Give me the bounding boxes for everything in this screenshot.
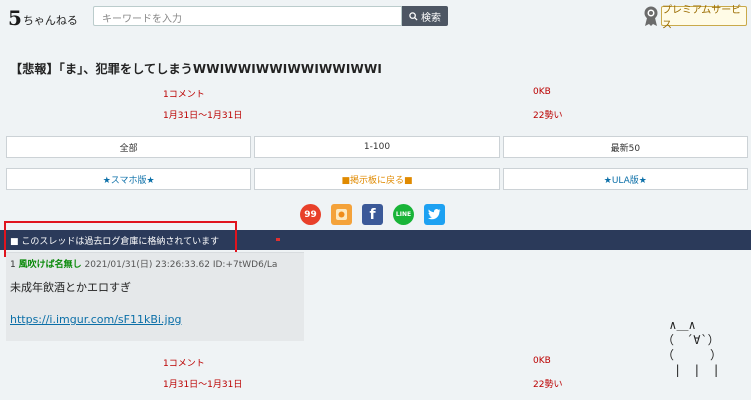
site-logo[interactable]: 5 ちゃんねる <box>8 6 78 28</box>
logo-text: ちゃんねる <box>22 14 78 27</box>
post-image-link[interactable]: https://i.imgur.com/sF11kBi.jpg <box>10 313 181 326</box>
post-number[interactable]: 1 <box>10 260 16 270</box>
posts-1-100-button[interactable]: 1-100 <box>254 136 500 158</box>
thread-size: 0KB <box>533 87 551 97</box>
5ch-icon[interactable]: 99 <box>300 204 321 225</box>
search-input[interactable]: キーワードを入力 <box>93 6 402 26</box>
date-range: 1月31日～1月31日 <box>163 111 243 121</box>
thread-size-bottom: 0KB <box>533 356 551 366</box>
ascii-art-cat: ∧＿∧ （ ´∀`） （ ） | | | <box>662 318 723 377</box>
search-button-label: 検索 <box>421 12 441 24</box>
nav-row-1: 全部 1-100 最新50 <box>6 136 748 158</box>
momentum: 22勢い <box>533 111 563 121</box>
header: 5 ちゃんねる キーワードを入力 検索 プレミアムサービス <box>0 0 751 32</box>
premium-service-button[interactable]: プレミアムサービス <box>661 5 747 31</box>
latest-50-button[interactable]: 最新50 <box>502 136 748 158</box>
post-date: 2021/01/31(日) 23:26:33.62 ID:+7tWD6/La <box>84 260 278 270</box>
date-range-bottom: 1月31日～1月31日 <box>163 380 243 390</box>
search-icon <box>409 11 418 21</box>
share-bar: 99 f LINE <box>300 204 445 226</box>
back-to-board-button[interactable]: ■掲示板に戻る■ <box>254 168 500 190</box>
post: 1 風吹けば名無し 2021/01/31(日) 23:26:33.62 ID:+… <box>6 252 304 341</box>
line-icon[interactable]: LINE <box>393 204 414 225</box>
twitter-icon[interactable] <box>424 204 445 225</box>
logo-number: 5 <box>8 6 22 30</box>
all-posts-button[interactable]: 全部 <box>6 136 252 158</box>
nav-row-2: ★スマホ版★ ■掲示板に戻る■ ★ULA版★ <box>6 168 748 190</box>
search-button[interactable]: 検索 <box>402 6 448 26</box>
post-header: 1 風吹けば名無し 2021/01/31(日) 23:26:33.62 ID:+… <box>10 257 277 270</box>
ula-version-button[interactable]: ★ULA版★ <box>502 168 748 190</box>
comment-count-bottom: 1コメント <box>163 359 205 369</box>
premium-badge-icon <box>644 6 658 26</box>
post-body: 未成年飲酒とかエロすぎ <box>10 281 131 294</box>
bookmark-icon[interactable] <box>331 204 352 225</box>
momentum-bottom: 22勢い <box>533 380 563 390</box>
post-author: 風吹けば名無し <box>18 260 82 270</box>
smartphone-version-button[interactable]: ★スマホ版★ <box>6 168 252 190</box>
facebook-icon[interactable]: f <box>362 204 383 225</box>
red-marker <box>276 238 280 241</box>
thread-title: 【悲報】「ま」、犯罪をしてしまうWWIWWIWWIWWIWWIWWI <box>10 62 383 76</box>
comment-count: 1コメント <box>163 90 205 100</box>
